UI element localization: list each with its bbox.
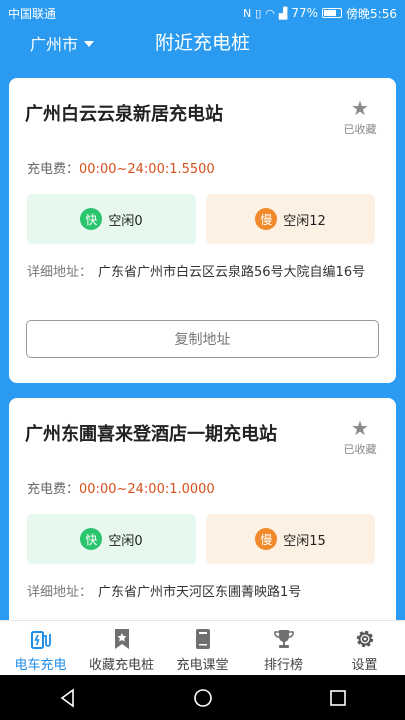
address-label: 详细地址： [27, 585, 93, 600]
app-bar: 广州市 附近充电桩 [0, 26, 405, 68]
tab-settings[interactable]: 设置 [324, 621, 405, 675]
slow-charger-box: 慢 空闲15 [206, 514, 375, 564]
back-icon[interactable] [57, 687, 79, 709]
charging-station-icon [30, 631, 51, 649]
page-title: 附近充电桩 [154, 32, 250, 54]
fast-charger-box: 快 空闲0 [27, 194, 196, 244]
book-icon [195, 629, 210, 649]
address-value: 广东省广州市天河区东圃菁映路1号 [98, 585, 302, 600]
slow-badge: 慢 [255, 208, 278, 230]
fast-available: 空闲0 [108, 533, 143, 549]
tab-label: 排行榜 [263, 658, 303, 673]
bottom-tab-bar: 电车充电 收藏充电桩 充电课堂 排行榜 设置 [0, 620, 405, 675]
battery-icon [322, 8, 343, 18]
tab-label: 收藏充电桩 [88, 658, 154, 673]
favorite-button[interactable]: ★ 已收藏 [338, 418, 382, 457]
fee-label: 充电费： [27, 162, 80, 177]
tab-ranking[interactable]: 排行榜 [243, 621, 324, 675]
fast-badge: 快 [80, 528, 103, 550]
favorite-label: 已收藏 [343, 443, 377, 456]
fee-row: 充电费：00:00~24:00:1.0000 [27, 478, 215, 497]
address-row: 详细地址： 广东省广州市白云区云泉路56号大院自编16号 [27, 262, 379, 284]
carrier-label: 中国联通 [8, 6, 57, 21]
fast-badge: 快 [80, 208, 103, 230]
address-row: 详细地址： 广东省广州市天河区东圃菁映路1号 [27, 582, 379, 604]
slow-badge: 慢 [255, 528, 278, 550]
copy-address-button[interactable]: 复制地址 [26, 320, 379, 358]
fee-row: 充电费：00:00~24:00:1.5500 [27, 158, 215, 177]
tab-favorites[interactable]: 收藏充电桩 [81, 621, 162, 675]
station-name: 广州白云云泉新居充电站 [25, 104, 223, 125]
home-icon[interactable] [192, 687, 214, 709]
favorite-button[interactable]: ★ 已收藏 [338, 98, 382, 137]
tab-class[interactable]: 充电课堂 [162, 621, 243, 675]
wifi-icon: ◠ [265, 6, 275, 20]
nfc-icon: N [243, 6, 252, 20]
station-card[interactable]: 广州东圃喜来登酒店一期充电站 ★ 已收藏 充电费：00:00~24:00:1.0… [9, 398, 396, 620]
vibrate-icon: ▯ [255, 6, 262, 20]
system-nav-bar [0, 675, 405, 720]
gear-icon [356, 630, 373, 648]
fast-available: 空闲0 [108, 213, 143, 229]
star-icon: ★ [351, 96, 369, 120]
recents-icon[interactable] [327, 687, 349, 709]
address-value: 广东省广州市白云区云泉路56号大院自编16号 [98, 265, 366, 280]
bookmark-star-icon [114, 629, 129, 649]
tab-label: 充电课堂 [176, 658, 229, 673]
slow-available: 空闲12 [283, 213, 326, 229]
tab-charging[interactable]: 电车充电 [0, 621, 81, 675]
station-name: 广州东圃喜来登酒店一期充电站 [25, 424, 277, 445]
signal-icon: ▟ [278, 6, 288, 20]
status-bar: 中国联通 N ▯ ◠ ▟ 77% 傍晚5:56 [0, 0, 405, 26]
favorite-label: 已收藏 [343, 123, 377, 136]
clock: 傍晚5:56 [346, 6, 397, 21]
trophy-icon [273, 630, 294, 648]
fee-label: 充电费： [27, 482, 80, 497]
tab-label: 设置 [351, 658, 378, 673]
slow-available: 空闲15 [283, 533, 326, 549]
star-icon: ★ [351, 416, 369, 440]
slow-charger-box: 慢 空闲12 [206, 194, 375, 244]
status-icons: N ▯ ◠ ▟ 77% 傍晚5:56 [243, 5, 397, 22]
fee-value: 00:00~24:00:1.5500 [79, 162, 215, 177]
fee-value: 00:00~24:00:1.0000 [79, 482, 215, 497]
battery-percent: 77% [291, 6, 319, 20]
fast-charger-box: 快 空闲0 [27, 514, 196, 564]
address-label: 详细地址： [27, 265, 93, 280]
station-card[interactable]: 广州白云云泉新居充电站 ★ 已收藏 充电费：00:00~24:00:1.5500… [9, 78, 396, 383]
tab-label: 电车充电 [14, 658, 67, 673]
station-list[interactable]: 广州白云云泉新居充电站 ★ 已收藏 充电费：00:00~24:00:1.5500… [0, 68, 405, 620]
